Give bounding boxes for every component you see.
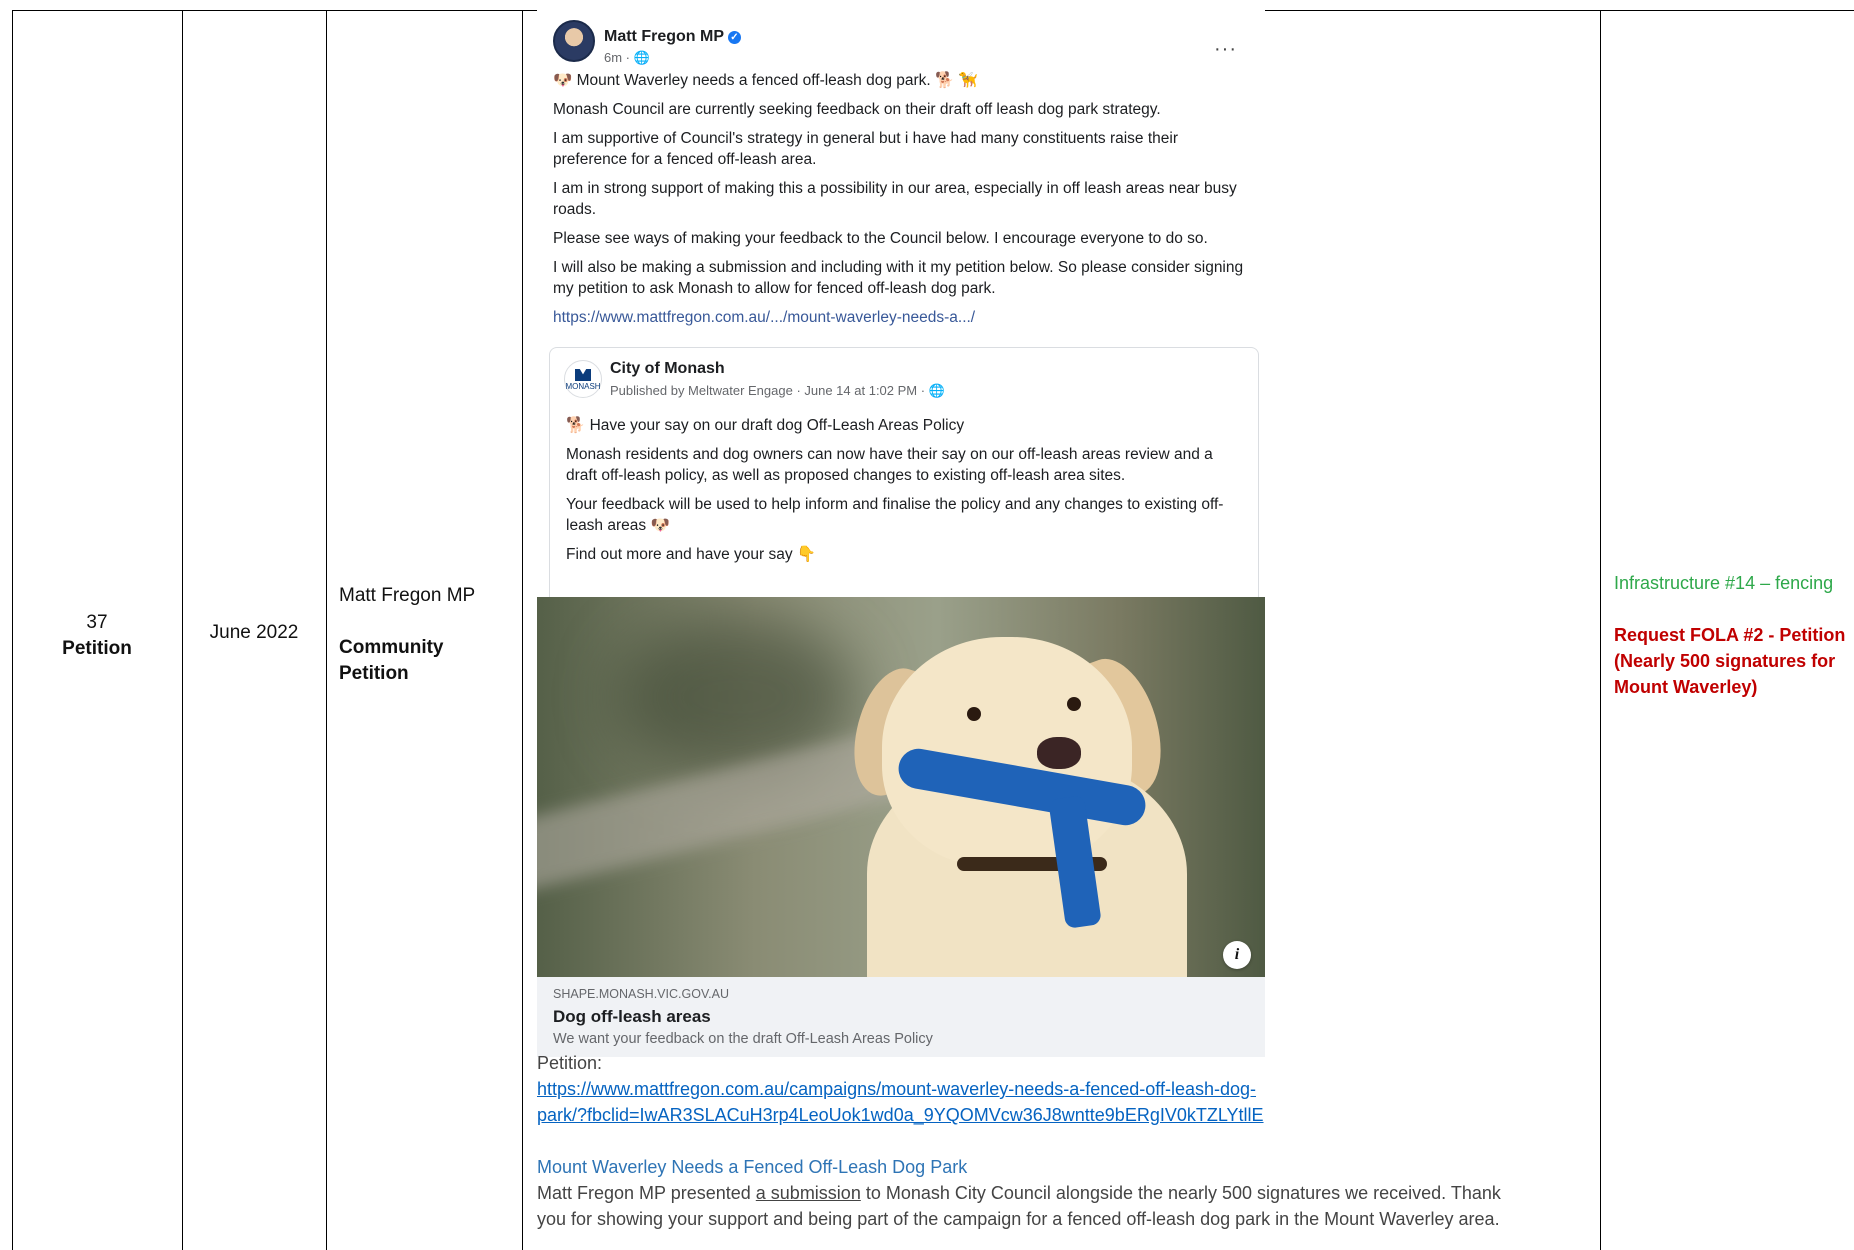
table-col-border — [522, 10, 523, 1250]
document-page: 37 Petition June 2022 Matt Fregon MP Com… — [0, 0, 1854, 1250]
petition-section: Petition: https://www.mattfregon.com.au/… — [537, 1050, 1517, 1232]
more-options-icon[interactable]: ··· — [1214, 38, 1237, 61]
post-paragraph: Please see ways of making your feedback … — [553, 230, 1208, 247]
table-col-border — [1600, 10, 1601, 1250]
shared-paragraph: Your feedback will be used to help infor… — [566, 496, 1224, 534]
author-avatar[interactable] — [553, 20, 595, 62]
city-of-monash-logo-icon[interactable]: MONASH — [564, 360, 602, 398]
petition-label: Petition: — [537, 1053, 603, 1073]
request-note-line1: Request FOLA #2 - Petition — [1614, 625, 1846, 645]
post-meta: 6m · 🌐 — [604, 50, 650, 65]
category-note: Infrastructure #14 – fencing — [1614, 573, 1834, 593]
shared-post-body: 🐕 Have your say on our draft dog Off-Lea… — [566, 415, 1246, 573]
info-icon[interactable]: i — [1223, 941, 1251, 969]
source-name: Matt Fregon MP — [339, 585, 476, 606]
post-body: 🐶 Mount Waverley needs a fenced off-leas… — [553, 70, 1253, 336]
verified-badge-icon: ✓ — [728, 31, 741, 44]
shared-paragraph: Find out more and have your say 👇 — [566, 546, 817, 563]
row-source-cell: Matt Fregon MP Community Petition — [339, 583, 509, 687]
submission-link[interactable]: a submission — [756, 1183, 861, 1203]
table-col-border — [326, 10, 327, 1250]
globe-icon: 🌐 — [633, 50, 650, 65]
link-description: We want your feedback on the draft Off-L… — [553, 1031, 933, 1047]
notes-cell: Infrastructure #14 – fencing Request FOL… — [1614, 570, 1854, 700]
shared-post: MONASH City of Monash Published by Meltw… — [549, 347, 1259, 598]
post-paragraph: 🐶 Mount Waverley needs a fenced off-leas… — [553, 72, 978, 89]
petition-url-line2[interactable]: park/?fbclid=IwAR3SLACuH3rp4LeoUok1wd0a_… — [537, 1102, 1517, 1128]
row-number: 37 — [86, 612, 108, 633]
link-title: Dog off-leash areas — [553, 1007, 711, 1026]
request-note-line3: Mount Waverley) — [1614, 677, 1758, 697]
link-domain: SHAPE.MONASH.VIC.GOV.AU — [553, 987, 729, 1001]
source-type-line1: Community — [339, 637, 444, 658]
dog-photo[interactable]: i — [537, 597, 1265, 977]
post-paragraph: Monash Council are currently seeking fee… — [553, 101, 1161, 118]
source-type-line2: Petition — [339, 663, 409, 684]
shared-post-meta: Published by Meltwater Engage · June 14 … — [610, 383, 945, 398]
shared-paragraph: Monash residents and dog owners can now … — [566, 446, 1213, 484]
post-link[interactable]: https://www.mattfregon.com.au/.../mount-… — [553, 307, 1253, 328]
post-author[interactable]: Matt Fregon MP ✓ — [604, 28, 741, 46]
petition-heading: Mount Waverley Needs a Fenced Off-Leash … — [537, 1157, 968, 1177]
post-paragraph: I am supportive of Council's strategy in… — [553, 130, 1179, 168]
row-type: Petition — [62, 638, 132, 659]
petition-url-line1[interactable]: https://www.mattfregon.com.au/campaigns/… — [537, 1076, 1517, 1102]
globe-icon: 🌐 — [928, 383, 945, 398]
post-paragraph: I am in strong support of making this a … — [553, 180, 1237, 218]
row-date: June 2022 — [209, 622, 299, 643]
petition-text: Matt Fregon MP presented a submission to… — [537, 1183, 1501, 1229]
link-preview-caption[interactable]: SHAPE.MONASH.VIC.GOV.AU Dog off-leash ar… — [537, 977, 1265, 1057]
post-paragraph: I will also be making a submission and i… — [553, 259, 1244, 297]
facebook-post: Matt Fregon MP ✓ 6m · 🌐 ··· 🐶 Mount Waver… — [537, 10, 1265, 1057]
shared-paragraph: 🐕 Have your say on our draft dog Off-Lea… — [566, 417, 965, 434]
request-note-line2: (Nearly 500 signatures for — [1614, 651, 1836, 671]
row-number-cell: 37 Petition — [12, 610, 182, 662]
post-header: Matt Fregon MP ✓ 6m · 🌐 ··· — [553, 18, 1253, 65]
shared-page-name[interactable]: City of Monash — [610, 360, 725, 378]
